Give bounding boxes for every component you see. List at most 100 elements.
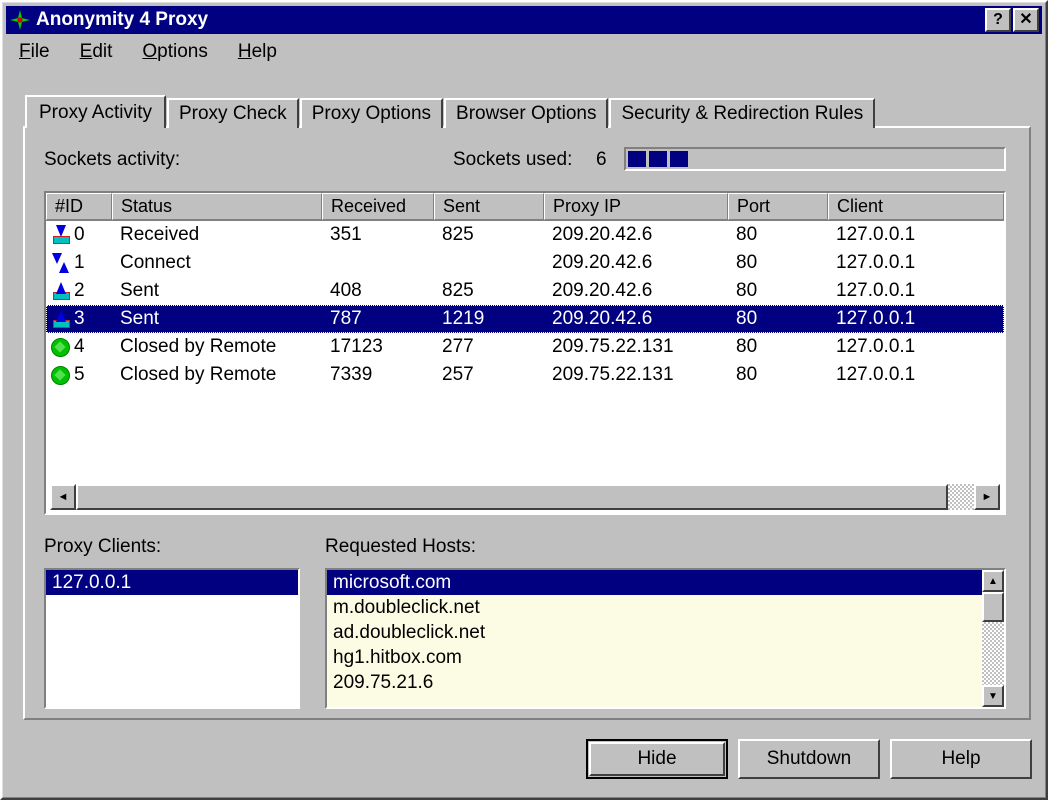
- cell-id: 3: [46, 308, 112, 330]
- cell-status: Closed by Remote: [112, 336, 322, 358]
- menu-help-rest: elp: [252, 41, 277, 62]
- title-bar-buttons: ? ✕: [985, 8, 1039, 32]
- sockets-used-label: Sockets used:: [453, 149, 572, 171]
- row-id: 4: [74, 336, 85, 358]
- sockets-activity-list[interactable]: #ID Status Received Sent Proxy IP Port C…: [44, 191, 1006, 515]
- cell-status: Connect: [112, 252, 322, 274]
- cell-proxy-ip: 209.20.42.6: [544, 224, 728, 246]
- menu-bar: File Edit Options Help: [7, 39, 1041, 65]
- menu-help-accel: H: [238, 41, 252, 62]
- column-header-port[interactable]: Port: [728, 193, 828, 220]
- tab-proxy-check[interactable]: Proxy Check: [167, 98, 299, 128]
- column-header-client[interactable]: Client: [828, 193, 1004, 220]
- cell-sent: 277: [434, 336, 544, 358]
- table-row[interactable]: 5 Closed by Remote 7339 257 209.75.22.13…: [46, 361, 1004, 389]
- scroll-right-icon[interactable]: ►: [974, 484, 1000, 510]
- cell-port: 80: [728, 308, 828, 330]
- menu-file-rest: ile: [31, 41, 50, 62]
- scroll-up-icon[interactable]: ▲: [982, 570, 1004, 592]
- tab-browser-options-label: Browser Options: [456, 103, 596, 125]
- tab-proxy-options[interactable]: Proxy Options: [300, 98, 443, 128]
- cell-id: 2: [46, 280, 112, 302]
- cell-sent: 825: [434, 280, 544, 302]
- scrollbar-thumb[interactable]: [76, 484, 948, 510]
- table-row[interactable]: 0 Received 351 825 209.20.42.6 80 127.0.…: [46, 221, 1004, 249]
- table-row[interactable]: 2 Sent 408 825 209.20.42.6 80 127.0.0.1: [46, 277, 1004, 305]
- row-id: 5: [74, 364, 85, 386]
- row-id: 2: [74, 280, 85, 302]
- help-titlebar-button[interactable]: ?: [985, 8, 1011, 32]
- app-window: Anonymity 4 Proxy ? ✕ File Edit Options …: [0, 0, 1048, 800]
- arrow-up-sent-icon: [50, 281, 70, 301]
- list-item[interactable]: microsoft.com: [327, 570, 982, 595]
- cell-proxy-ip: 209.75.22.131: [544, 364, 728, 386]
- list-item[interactable]: 209.75.21.6: [327, 670, 982, 695]
- tab-security-rules-label: Security & Redirection Rules: [621, 103, 863, 125]
- row-id: 1: [74, 252, 85, 274]
- cell-proxy-ip: 209.20.42.6: [544, 252, 728, 274]
- cell-received: 408: [322, 280, 434, 302]
- menu-item-edit[interactable]: Edit: [80, 41, 113, 63]
- scroll-left-icon[interactable]: ◄: [50, 484, 76, 510]
- table-row[interactable]: 1 Connect 209.20.42.6 80 127.0.0.1: [46, 249, 1004, 277]
- list-item[interactable]: 127.0.0.1: [46, 570, 298, 595]
- scrollbar-thumb[interactable]: [982, 592, 1004, 622]
- arrow-down-received-icon: [50, 225, 70, 245]
- list-item-partial[interactable]: [327, 695, 982, 709]
- arrow-up-sent-icon: [50, 309, 70, 329]
- scroll-down-icon[interactable]: ▼: [982, 685, 1004, 707]
- menu-options-rest: ptions: [157, 41, 208, 62]
- hide-button[interactable]: Hide: [586, 739, 728, 779]
- table-row[interactable]: 4 Closed by Remote 17123 277 209.75.22.1…: [46, 333, 1004, 361]
- cell-client: 127.0.0.1: [828, 308, 1004, 330]
- requested-hosts-items: microsoft.com m.doubleclick.net ad.doubl…: [327, 570, 982, 707]
- column-header-id[interactable]: #ID: [46, 193, 112, 220]
- row-id: 0: [74, 224, 85, 246]
- list-item[interactable]: ad.doubleclick.net: [327, 620, 982, 645]
- table-row-selected[interactable]: 3 Sent 787 1219 209.20.42.6 80 127.0.0.1: [46, 305, 1004, 333]
- menu-item-help[interactable]: Help: [238, 41, 277, 63]
- cell-port: 80: [728, 252, 828, 274]
- cell-received: 17123: [322, 336, 434, 358]
- menu-edit-accel: E: [80, 41, 93, 62]
- tab-proxy-activity[interactable]: Proxy Activity: [25, 95, 166, 128]
- cell-received: 351: [322, 224, 434, 246]
- cell-port: 80: [728, 280, 828, 302]
- cell-sent: 825: [434, 224, 544, 246]
- compass-star-icon: [9, 9, 31, 31]
- close-icon[interactable]: ✕: [1013, 8, 1039, 32]
- requested-hosts-vertical-scrollbar[interactable]: ▲ ▼: [982, 570, 1004, 707]
- sockets-activity-label: Sockets activity:: [44, 149, 180, 171]
- progress-block: [670, 151, 688, 167]
- requested-hosts-list[interactable]: microsoft.com m.doubleclick.net ad.doubl…: [325, 568, 1006, 709]
- proxy-clients-list[interactable]: 127.0.0.1: [44, 568, 300, 709]
- column-header-proxy-ip[interactable]: Proxy IP: [544, 193, 728, 220]
- scrollbar-track[interactable]: [76, 484, 974, 510]
- cell-status: Sent: [112, 280, 322, 302]
- hide-button-label: Hide: [637, 748, 676, 770]
- help-button[interactable]: Help: [890, 739, 1032, 779]
- tab-browser-options[interactable]: Browser Options: [444, 98, 608, 128]
- cell-proxy-ip: 209.20.42.6: [544, 280, 728, 302]
- column-header-received[interactable]: Received: [322, 193, 434, 220]
- cell-client: 127.0.0.1: [828, 336, 1004, 358]
- list-item[interactable]: hg1.hitbox.com: [327, 645, 982, 670]
- list-item[interactable]: m.doubleclick.net: [327, 595, 982, 620]
- cell-received: 7339: [322, 364, 434, 386]
- table-header-row: #ID Status Received Sent Proxy IP Port C…: [46, 193, 1004, 221]
- tab-security-rules[interactable]: Security & Redirection Rules: [609, 98, 875, 128]
- cell-client: 127.0.0.1: [828, 364, 1004, 386]
- column-header-sent[interactable]: Sent: [434, 193, 544, 220]
- scrollbar-track[interactable]: [982, 592, 1004, 685]
- window-title: Anonymity 4 Proxy: [36, 9, 208, 31]
- cell-status: Sent: [112, 308, 322, 330]
- shutdown-button[interactable]: Shutdown: [738, 739, 880, 779]
- title-bar[interactable]: Anonymity 4 Proxy ? ✕: [6, 6, 1042, 34]
- sockets-list-horizontal-scrollbar[interactable]: ◄ ►: [50, 484, 1000, 510]
- menu-item-file[interactable]: File: [19, 41, 50, 63]
- column-header-status[interactable]: Status: [112, 193, 322, 220]
- menu-item-options[interactable]: Options: [142, 41, 207, 63]
- window-inner-frame: Anonymity 4 Proxy ? ✕ File Edit Options …: [2, 2, 1046, 798]
- cell-client: 127.0.0.1: [828, 252, 1004, 274]
- tab-proxy-check-label: Proxy Check: [179, 103, 287, 125]
